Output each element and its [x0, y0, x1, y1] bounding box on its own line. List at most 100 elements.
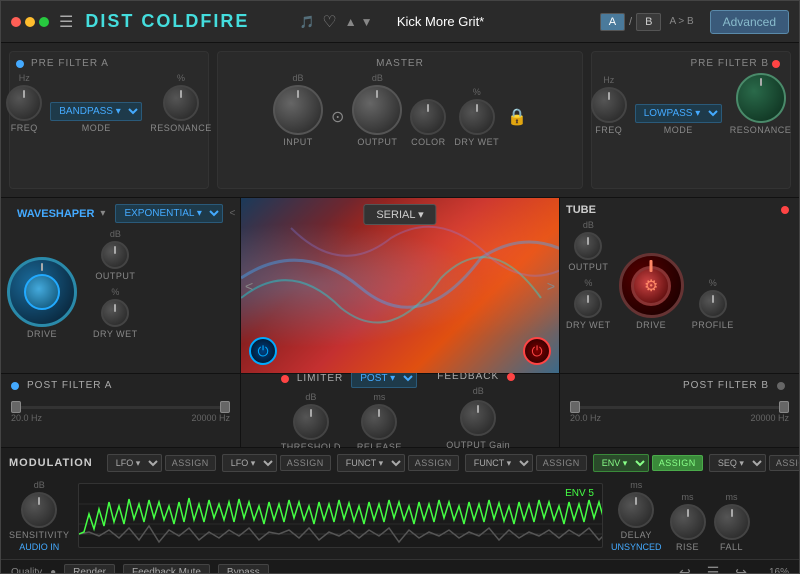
quality-indicator[interactable]: ●: [50, 567, 56, 573]
lock-icon[interactable]: 🔒: [507, 107, 527, 127]
browser-icon[interactable]: 🎵: [299, 15, 314, 29]
mode-a-select[interactable]: BANDPASS ▾ LOWPASS HIGHPASS: [50, 102, 142, 121]
post-filter-a-high-freq[interactable]: 20000 Hz: [191, 413, 230, 423]
prev-preset-icon[interactable]: ▲: [345, 15, 357, 29]
sensitivity-knob[interactable]: [21, 492, 57, 528]
fall-label: FALL: [720, 542, 743, 552]
limiter-release-knob[interactable]: [361, 404, 397, 440]
waveshaper-chevron[interactable]: ▾: [100, 208, 105, 219]
fall-knob-group: ms FALL: [714, 492, 750, 552]
menu-icon[interactable]: ☰: [59, 12, 73, 32]
post-filter-b-low-thumb[interactable]: [570, 401, 580, 413]
ws-output-section: dB OUTPUT % DRY WET: [93, 229, 138, 339]
mod-header: MODULATION LFO ▾ ASSIGN LFO ▾ ASSIGN FUN…: [9, 454, 791, 472]
pre-filter-a-title: PRE FILTER A: [31, 58, 109, 69]
favorite-icon[interactable]: ♡: [322, 12, 336, 32]
center-prev[interactable]: <: [245, 278, 253, 294]
mode-b-select[interactable]: LOWPASS ▾ BANDPASS HIGHPASS: [635, 104, 722, 123]
serial-dropdown[interactable]: SERIAL ▾: [363, 204, 436, 225]
drive-label: DRIVE: [27, 329, 57, 339]
post-filter-a-indicator[interactable]: [11, 382, 19, 390]
mod-lfo1-select[interactable]: LFO ▾: [107, 454, 162, 472]
tube-profile-knob[interactable]: [699, 290, 727, 318]
post-filter-a-low-thumb[interactable]: [11, 401, 21, 413]
menu-dots-icon[interactable]: ☰: [703, 562, 724, 573]
percent-label-a: %: [177, 73, 185, 83]
color-knob[interactable]: [410, 99, 446, 135]
delay-ms-label: ms: [630, 480, 642, 490]
advanced-button[interactable]: Advanced: [710, 10, 789, 34]
tube-indicator[interactable]: [781, 206, 789, 214]
mod-funct1-select[interactable]: FUNCT ▾: [337, 454, 405, 472]
drive-knob[interactable]: [7, 257, 77, 327]
post-filter-b-low-freq[interactable]: 20.0 Hz: [570, 413, 601, 423]
undo-icon[interactable]: ↩: [675, 562, 695, 573]
ab-arrow-label[interactable]: A > B: [669, 16, 693, 27]
mod-funct2-select[interactable]: FUNCT ▾: [465, 454, 533, 472]
feedback-section: FEEDBACK dB OUTPUT Gain: [437, 371, 519, 450]
drywet-master-knob[interactable]: [459, 99, 495, 135]
preset-name[interactable]: Kick More Grit*: [381, 14, 501, 29]
mod-lfo1-assign[interactable]: ASSIGN: [165, 455, 216, 471]
freq-b-knob[interactable]: [591, 87, 627, 123]
limiter-indicator[interactable]: [281, 375, 289, 383]
mod-lfo2-select[interactable]: LFO ▾: [222, 454, 277, 472]
rise-knob[interactable]: [670, 504, 706, 540]
redo-icon[interactable]: ↪: [731, 562, 751, 573]
freq-a-knob[interactable]: [6, 85, 42, 121]
tube-drive-label: DRIVE: [636, 320, 666, 330]
post-filter-a-high-thumb[interactable]: [220, 401, 230, 413]
mod-funct1-assign[interactable]: ASSIGN: [408, 455, 459, 471]
middle-section: WAVESHAPER ▾ EXPONENTIAL ▾ < > DRIVE: [1, 198, 799, 373]
maximize-button[interactable]: [39, 17, 49, 27]
mod-seq-select[interactable]: SEQ ▾: [709, 454, 766, 472]
tube-drive-knob[interactable]: ⚙: [619, 253, 684, 318]
preset-nav: ▲ ▼: [345, 15, 373, 29]
sensitivity-section: dB SENSITIVITY AUDIO IN: [9, 480, 70, 552]
ab-b-button[interactable]: B: [636, 13, 661, 31]
minimize-button[interactable]: [25, 17, 35, 27]
power-btn-right[interactable]: ⏻: [523, 337, 551, 365]
tube-panel: TUBE dB OUTPUT % DRY WET: [559, 198, 799, 373]
post-filter-b-indicator[interactable]: [777, 382, 785, 390]
post-filter-a-low-freq[interactable]: 20.0 Hz: [11, 413, 42, 423]
mod-env-assign[interactable]: ASSIGN: [652, 455, 703, 471]
feedback-output-knob[interactable]: [460, 400, 496, 436]
mod-seq-assign[interactable]: ASSIGN: [769, 455, 799, 471]
feedback-mute-button[interactable]: Feedback Mute: [123, 564, 210, 573]
tube-output-knob[interactable]: [574, 232, 602, 260]
modulation-section: MODULATION LFO ▾ ASSIGN LFO ▾ ASSIGN FUN…: [1, 448, 799, 559]
pre-filter-b-indicator[interactable]: [772, 60, 780, 68]
resonance-b-knob[interactable]: [736, 73, 786, 123]
ws-output-knob[interactable]: [101, 241, 129, 269]
render-button[interactable]: Render: [64, 564, 115, 573]
center-next[interactable]: >: [547, 278, 555, 294]
delay-knob[interactable]: [618, 492, 654, 528]
output-knob[interactable]: [352, 85, 402, 135]
mod-funct2-assign[interactable]: ASSIGN: [536, 455, 587, 471]
input-knob[interactable]: [273, 85, 323, 135]
ws-drywet-knob[interactable]: [101, 299, 129, 327]
close-button[interactable]: [11, 17, 21, 27]
link-icon[interactable]: ⊙: [331, 107, 344, 127]
center-display: SERIAL ▾ ⏻ ⏻ < >: [241, 198, 559, 373]
post-filter-b-high-thumb[interactable]: [779, 401, 789, 413]
tube-profile-group: % PROFILE: [692, 278, 734, 330]
resonance-a-label: RESONANCE: [150, 123, 212, 133]
fall-knob[interactable]: [714, 504, 750, 540]
feedback-indicator[interactable]: [507, 373, 515, 381]
mod-env-select[interactable]: ENV ▾: [593, 454, 649, 472]
waveshaper-prev[interactable]: <: [229, 208, 235, 219]
limiter-threshold-knob[interactable]: [293, 404, 329, 440]
next-preset-icon[interactable]: ▼: [361, 15, 373, 29]
resonance-a-knob[interactable]: [163, 85, 199, 121]
tube-drywet-knob[interactable]: [574, 290, 602, 318]
power-btn-left[interactable]: ⏻: [249, 337, 277, 365]
pre-filter-a-indicator[interactable]: [16, 60, 24, 68]
ab-a-button[interactable]: A: [600, 13, 625, 31]
mod-lfo2-assign[interactable]: ASSIGN: [280, 455, 331, 471]
waveshaper-type-select[interactable]: EXPONENTIAL ▾: [115, 204, 223, 223]
filter-section: POST FILTER A 20.0 Hz 20000 Hz LIMITER: [1, 373, 799, 448]
bypass-button[interactable]: Bypass: [218, 564, 269, 573]
post-filter-b-high-freq[interactable]: 20000 Hz: [750, 413, 789, 423]
